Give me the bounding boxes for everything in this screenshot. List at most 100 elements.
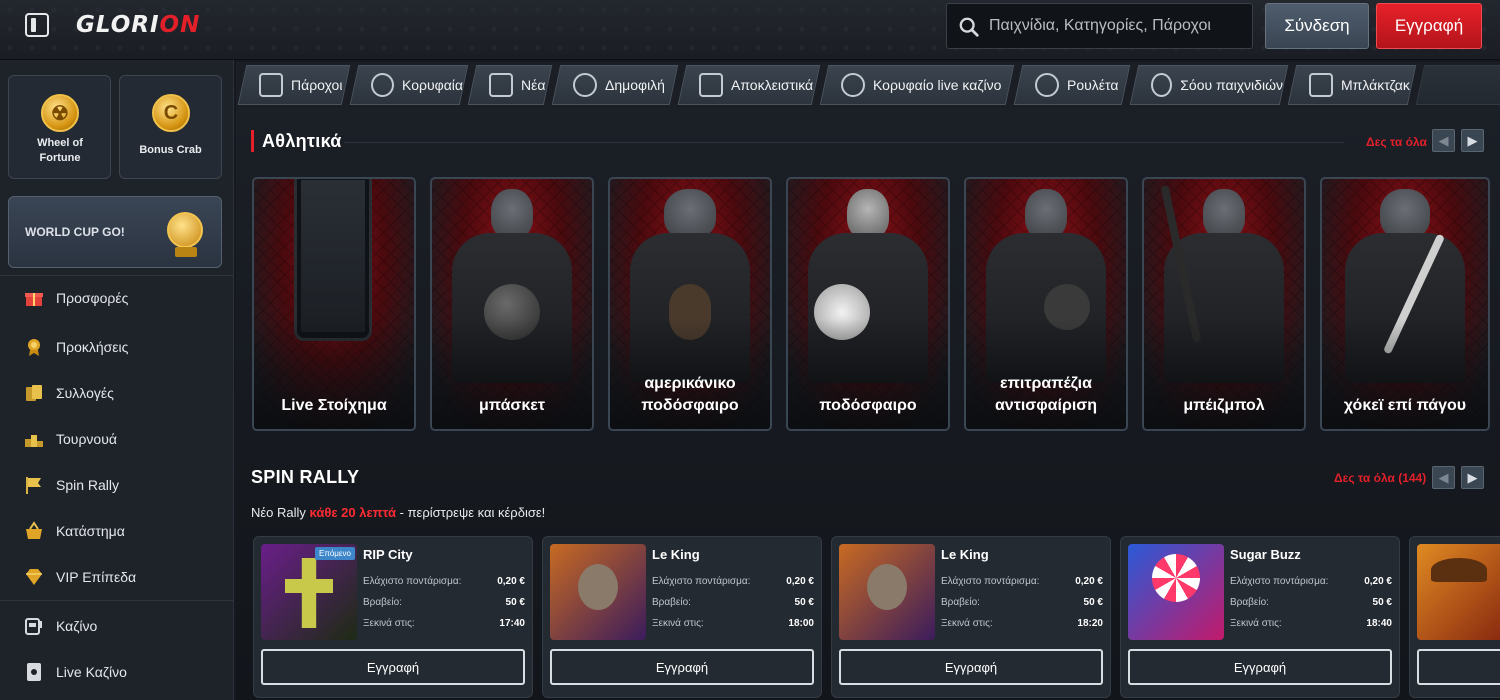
- rally-card[interactable]: Επόμενο RIP City Ελάχιστο ποντάρισμα: 0,2…: [253, 536, 533, 698]
- sport-card-baseball[interactable]: μπέιζμπολ: [1142, 177, 1306, 431]
- tile-label: Wheel of Fortune: [37, 137, 83, 164]
- sport-card-table-tennis[interactable]: επιτραπέζια αντισφαίριση: [964, 177, 1128, 431]
- tab-new[interactable]: Νέα: [467, 65, 553, 105]
- rally-card[interactable]: Le King Ελάχιστο ποντάρισμα: 0,20 € Βραβε…: [831, 536, 1111, 698]
- tab-top[interactable]: Κορυφαία: [349, 65, 469, 105]
- spin-rally-subtitle: Νέο Rally κάθε 20 λεπτά - περίστρεψε και…: [251, 505, 546, 520]
- prize-row: Βραβείο: 50 €: [652, 597, 814, 608]
- wheel-icon: ☢: [41, 94, 79, 132]
- sport-card-title: επιτραπέζια αντισφαίριση: [994, 375, 1098, 414]
- sidebar-item-casino[interactable]: Καζίνο: [0, 603, 234, 649]
- sport-card-live-betting[interactable]: Live Στοίχημα: [252, 177, 416, 431]
- tab-game-shows[interactable]: Σόου παιχνιδιών: [1129, 65, 1289, 105]
- tab-blackjack[interactable]: Μπλάκτζακ: [1287, 65, 1417, 105]
- bonus-crab-tile[interactable]: C Bonus Crab: [119, 75, 222, 179]
- chip-icon: [841, 73, 865, 97]
- join-button[interactable]: Εγγραφή: [261, 649, 525, 685]
- min-bet-row: Ελάχιστο ποντάρισμα: 0,20 €: [363, 576, 525, 587]
- sidebar-item-offers[interactable]: Προσφορές: [0, 275, 234, 321]
- login-button[interactable]: Σύνδεση: [1265, 3, 1369, 49]
- sidebar-item-collections[interactable]: Συλλογές: [0, 370, 234, 416]
- spin-rally-next-button[interactable]: ▶: [1461, 466, 1484, 489]
- microphone-icon: [1151, 73, 1173, 97]
- sidebar-item-vip-levels[interactable]: VIP Επίπεδα: [0, 554, 234, 600]
- trophy-icon: [167, 212, 203, 248]
- start-row: Ξεκινά στις: 17:40: [363, 618, 525, 629]
- sidebar-item-shop[interactable]: Κατάστημα: [0, 508, 234, 554]
- join-button[interactable]: Εγγραφή: [839, 649, 1103, 685]
- live-card-icon: [27, 663, 41, 681]
- tab-top-live-casino[interactable]: Κορυφαίο live καζίνο: [819, 65, 1015, 105]
- sport-card-title: Live Στοίχημα: [281, 397, 387, 414]
- game-name: Le King: [652, 547, 700, 562]
- sidebar-item-tournaments[interactable]: Τουρνουά: [0, 416, 234, 462]
- star-icon: [371, 73, 395, 97]
- rally-card-partial[interactable]: [1409, 536, 1500, 698]
- clipboard-icon: [259, 73, 283, 97]
- search-icon: [959, 17, 979, 37]
- sidebar-item-spin-rally[interactable]: Spin Rally: [0, 462, 234, 508]
- spin-rally-prev-button[interactable]: ◀: [1432, 466, 1455, 489]
- tile-label: Bonus Crab: [139, 144, 202, 156]
- sidebar-item-label: Καζίνο: [56, 618, 98, 634]
- sport-card-title: χόκεϊ επί πάγου: [1343, 397, 1467, 414]
- flag-icon: [26, 477, 41, 494]
- join-button[interactable]: [1417, 649, 1500, 685]
- sidebar: ☢ Wheel of Fortune C Bonus Crab WORLD CU…: [0, 60, 234, 700]
- phone-image: [294, 179, 372, 341]
- section-accent: [251, 130, 254, 152]
- game-name: Sugar Buzz: [1230, 547, 1301, 562]
- bonus-crab-icon: C: [152, 94, 190, 132]
- start-row: Ξεκινά στις: 18:00: [652, 618, 814, 629]
- sport-card-basketball[interactable]: μπάσκετ: [430, 177, 594, 431]
- tab-more[interactable]: [1415, 65, 1500, 105]
- logo[interactable]: GLORION: [76, 12, 200, 38]
- tab-providers[interactable]: Πάροχοι: [237, 65, 351, 105]
- prize-row: Βραβείο: 50 €: [941, 597, 1103, 608]
- sport-card-title: ποδόσφαιρο: [819, 397, 917, 414]
- main-content: Αθλητικά Δες τα όλα ◀ ▶ Live Στοίχημα μπ…: [236, 108, 1500, 700]
- gift-icon: [25, 293, 43, 306]
- world-cup-banner[interactable]: WORLD CUP GO!: [8, 196, 222, 268]
- wheel-of-fortune-tile[interactable]: ☢ Wheel of Fortune: [8, 75, 111, 179]
- sport-card-ice-hockey[interactable]: χόκεϊ επί πάγου: [1320, 177, 1490, 431]
- roulette-icon: [1035, 73, 1059, 97]
- prize-row: Βραβείο: 50 €: [1230, 597, 1392, 608]
- rally-card[interactable]: Le King Ελάχιστο ποντάρισμα: 0,20 € Βραβε…: [542, 536, 822, 698]
- trophy-stand: [175, 247, 197, 257]
- sidebar-item-live-casino[interactable]: Live Καζίνο: [0, 649, 234, 695]
- game-thumbnail: Επόμενο: [261, 544, 357, 640]
- medal-icon: [28, 339, 40, 356]
- sports-prev-button[interactable]: ◀: [1432, 129, 1455, 152]
- start-row: Ξεκινά στις: 18:40: [1230, 618, 1392, 629]
- world-cup-label: WORLD CUP GO!: [25, 225, 125, 239]
- sport-card-football[interactable]: ποδόσφαιρο: [786, 177, 950, 431]
- sports-see-all-link[interactable]: Δες τα όλα: [1366, 135, 1427, 149]
- register-button[interactable]: Εγγραφή: [1376, 3, 1482, 49]
- rally-card[interactable]: Sugar Buzz Ελάχιστο ποντάρισμα: 0,20 € Βρ…: [1120, 536, 1400, 698]
- tab-roulette[interactable]: Ρουλέτα: [1013, 65, 1131, 105]
- game-name: RIP City: [363, 547, 413, 562]
- prize-row: Βραβείο: 50 €: [363, 597, 525, 608]
- sidebar-toggle-icon[interactable]: [25, 13, 49, 37]
- join-button[interactable]: Εγγραφή: [1128, 649, 1392, 685]
- spin-rally-title: SPIN RALLY: [251, 467, 360, 487]
- sidebar-item-challenges[interactable]: Προκλήσεις: [0, 324, 234, 370]
- diamond-icon: [699, 73, 723, 97]
- lightning-icon: [489, 73, 513, 97]
- tab-exclusive[interactable]: Αποκλειστικά: [677, 65, 821, 105]
- sidebar-item-label: Προσφορές: [56, 290, 129, 306]
- search-box[interactable]: [946, 3, 1253, 49]
- search-input[interactable]: [989, 10, 1244, 42]
- tab-popular[interactable]: Δημοφιλή: [551, 65, 679, 105]
- sidebar-item-label: Συλλογές: [56, 385, 114, 401]
- category-strip: Πάροχοι Κορυφαία Νέα Δημοφιλή Αποκλειστι…: [236, 62, 1500, 108]
- sport-card-title: μπάσκετ: [478, 397, 546, 414]
- spin-rally-see-all-link[interactable]: Δες τα όλα (144): [1334, 471, 1426, 485]
- sport-card-american-football[interactable]: αμερικάνικο ποδόσφαιρο: [608, 177, 772, 431]
- sidebar-item-label: Spin Rally: [56, 477, 120, 493]
- sidebar-item-label: Κατάστημα: [56, 523, 125, 539]
- diamond-icon: [26, 569, 42, 585]
- sports-next-button[interactable]: ▶: [1461, 129, 1484, 152]
- join-button[interactable]: Εγγραφή: [550, 649, 814, 685]
